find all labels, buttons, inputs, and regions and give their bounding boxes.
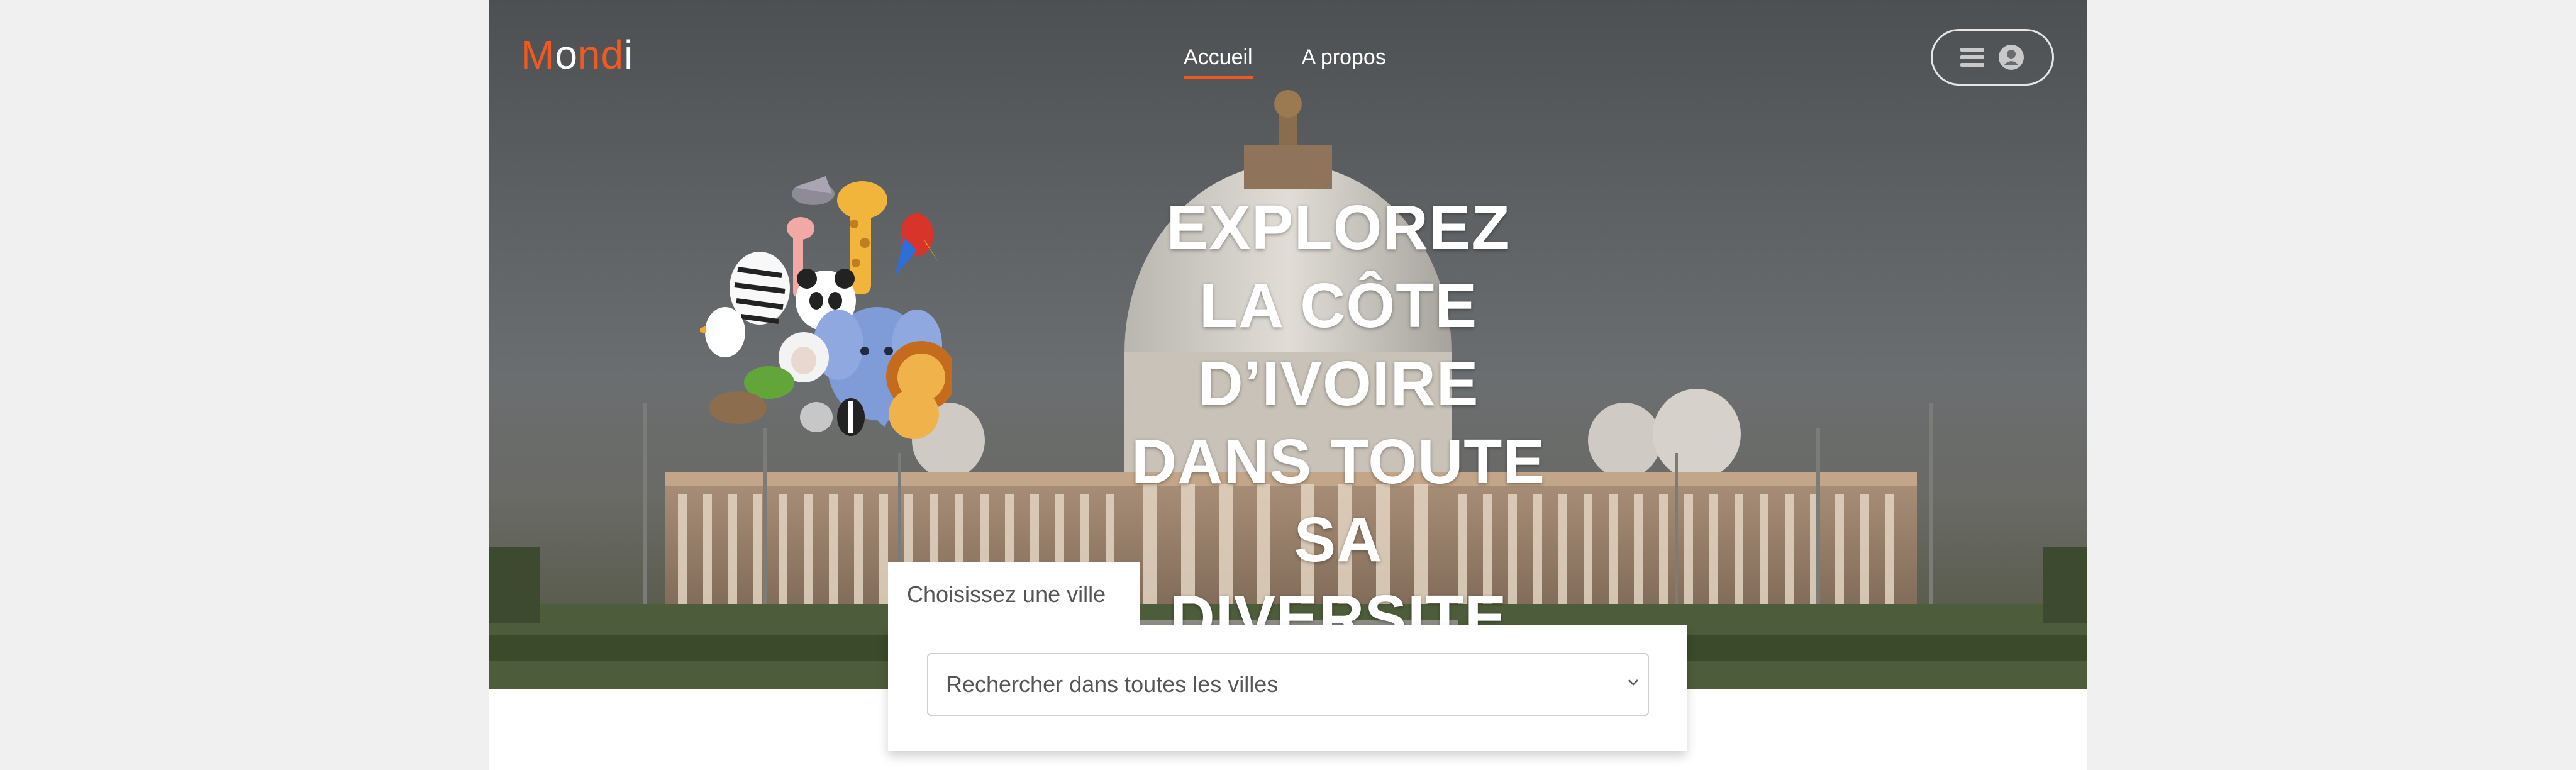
chevron-down-icon (1628, 679, 1638, 686)
nav-item-a-propos[interactable]: A propos (1302, 45, 1386, 79)
brand-logo[interactable]: Mondi (521, 31, 633, 78)
user-menu-button[interactable] (1931, 29, 2054, 86)
main-nav: Accueil A propos (1184, 45, 1386, 79)
city-search-card: Rechercher dans toutes les villes Choisi… (888, 562, 1687, 751)
brand-letter: n (577, 32, 601, 77)
city-select[interactable]: Rechercher dans toutes les villes (927, 653, 1649, 716)
hamburger-icon (1960, 48, 1984, 67)
brand-letter: i (624, 32, 634, 77)
brand-letter: o (555, 32, 578, 77)
page: Mondi Accueil A propos EXPLOREZ LA CÔTE … (489, 0, 2087, 770)
brand-letter: M (521, 32, 555, 77)
brand-letter: d (601, 32, 625, 77)
headline-line: D’IVOIRE DANS TOUTE (1131, 349, 1546, 497)
cartoon-animals-illustration (700, 176, 952, 439)
headline-line: EXPLOREZ LA CÔTE (1166, 192, 1511, 341)
search-panel: Rechercher dans toutes les villes (888, 625, 1687, 751)
tab-choose-city[interactable]: Choisissez une ville (888, 562, 1140, 627)
nav-item-accueil[interactable]: Accueil (1184, 45, 1253, 79)
user-circle-icon (1999, 45, 2024, 70)
city-select-value: Rechercher dans toutes les villes (946, 671, 1279, 697)
